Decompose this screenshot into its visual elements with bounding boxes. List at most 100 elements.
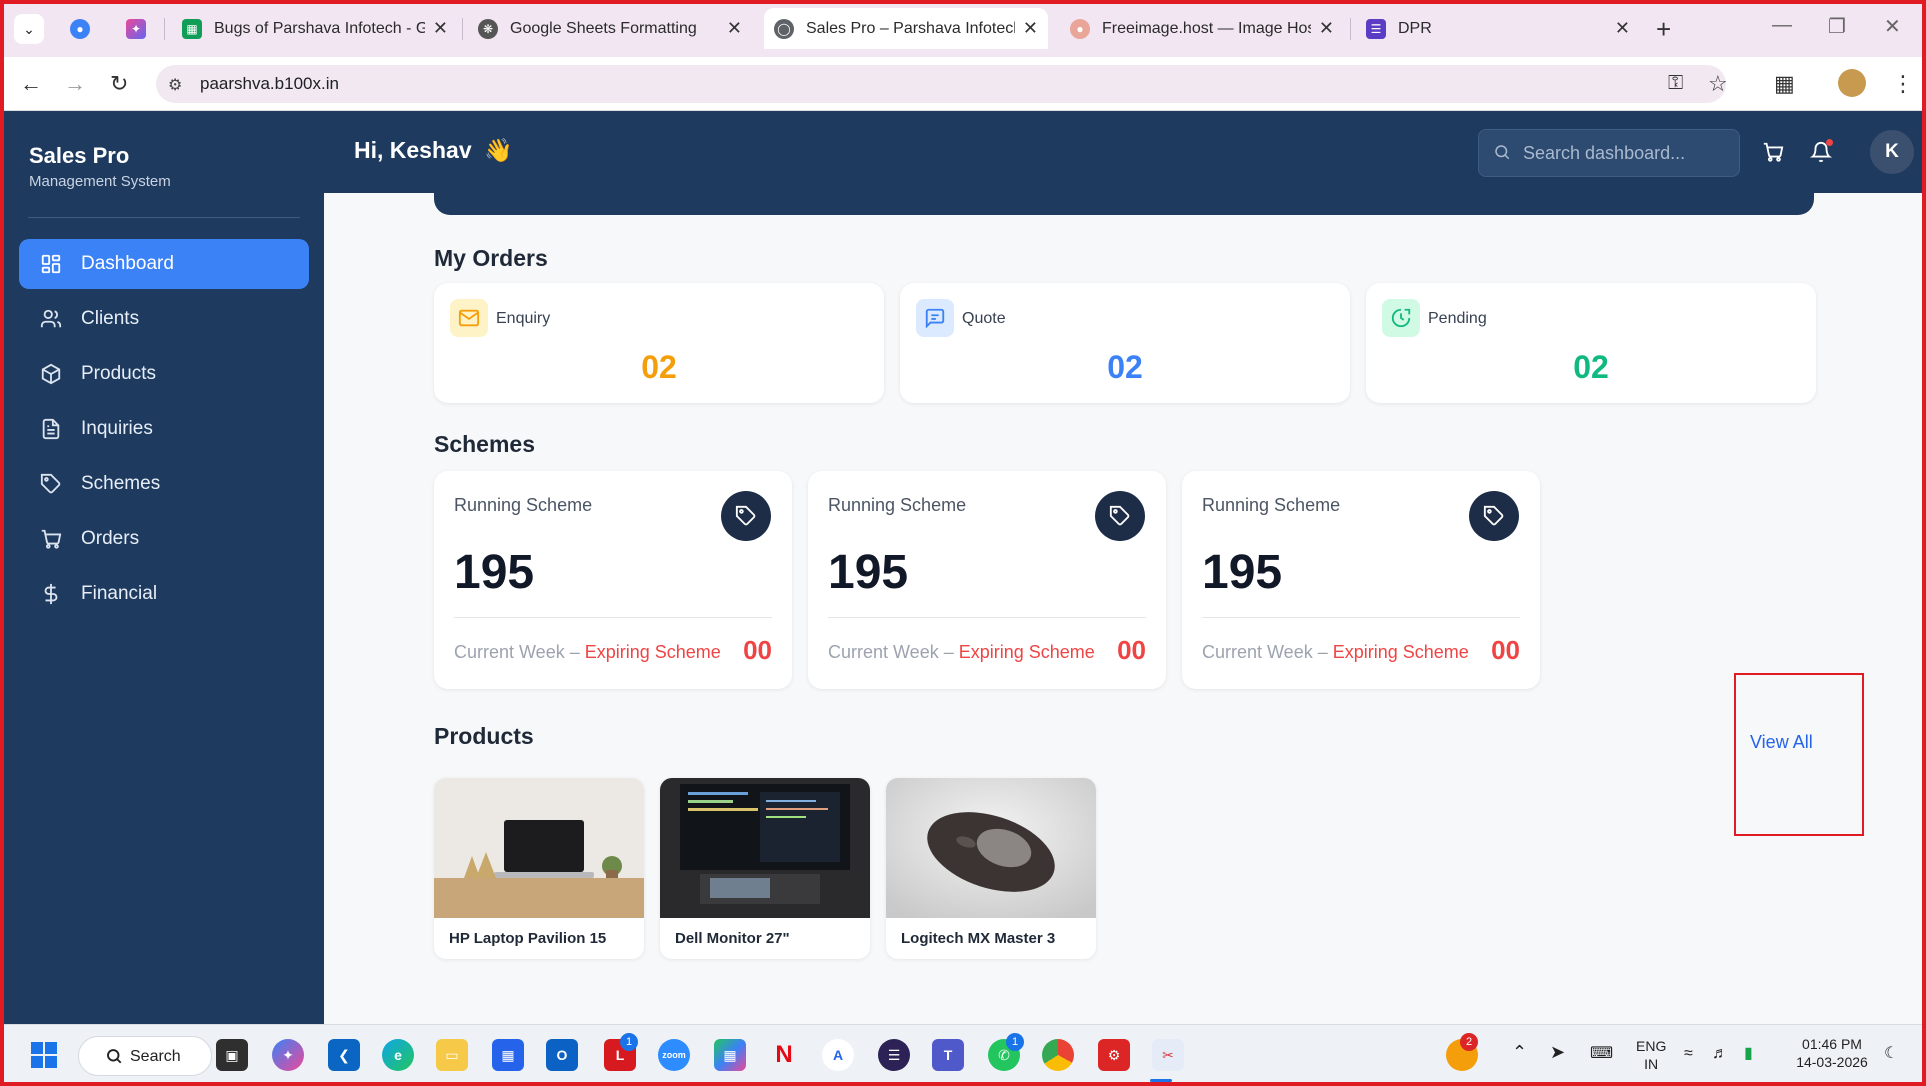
main-content: My Orders Enquiry 02 Quote 02 Pending 02… xyxy=(324,193,1922,1024)
tag-icon xyxy=(1095,491,1145,541)
sidebar-item-clients[interactable]: Clients xyxy=(19,294,309,344)
scheme-card[interactable]: Running Scheme 195 Current Week – Expiri… xyxy=(1182,471,1540,689)
globe-icon: ◯ xyxy=(774,18,794,39)
product-card[interactable]: Dell Monitor 27" xyxy=(660,778,870,959)
brand-subtitle: Management System xyxy=(29,173,171,190)
new-tab-icon[interactable]: + xyxy=(1656,14,1671,45)
browser-menu-icon[interactable]: ⋮ xyxy=(1892,71,1914,97)
wave-icon: 👋 xyxy=(484,137,513,163)
extensions-icon[interactable]: ▦ xyxy=(1774,71,1795,97)
eclipse-icon[interactable]: ☰ xyxy=(878,1039,910,1071)
product-card[interactable]: HP Laptop Pavilion 15 xyxy=(434,778,644,959)
reload-icon[interactable]: ↻ xyxy=(110,71,128,97)
sidebar-item-financial[interactable]: Financial xyxy=(19,569,309,619)
url-text[interactable]: paarshva.b100x.in xyxy=(200,74,339,94)
teams-icon[interactable]: T xyxy=(932,1039,964,1071)
tag-icon xyxy=(721,491,771,541)
language-indicator[interactable]: ENG IN xyxy=(1636,1037,1666,1073)
dashboard-search[interactable]: Search dashboard... xyxy=(1478,129,1740,177)
scheme-footer: Current Week – Expiring Scheme xyxy=(828,642,1095,663)
sidebar-item-schemes[interactable]: Schemes xyxy=(19,459,309,509)
close-tab-icon[interactable]: ✕ xyxy=(1023,18,1038,39)
profile-avatar[interactable] xyxy=(1838,69,1866,97)
brand-name: Sales Pro xyxy=(29,143,130,168)
user-avatar[interactable]: K xyxy=(1870,130,1914,174)
netflix-icon[interactable]: N xyxy=(768,1039,800,1071)
back-icon[interactable]: ← xyxy=(20,71,42,97)
scheme-label: Running Scheme xyxy=(454,495,593,515)
products-title: Products xyxy=(434,723,534,749)
scheme-value: 195 xyxy=(828,546,909,599)
chrome-icon[interactable] xyxy=(1042,1039,1074,1071)
chevron-up-icon[interactable]: ⌃ xyxy=(1512,1043,1527,1061)
region-code: IN xyxy=(1644,1056,1659,1072)
expiring-label: Expiring Scheme xyxy=(584,642,721,662)
copilot-icon[interactable]: ✦ xyxy=(272,1039,304,1071)
battery-icon[interactable]: ▮ xyxy=(1744,1045,1753,1063)
order-card-enquiry[interactable]: Enquiry 02 xyxy=(434,283,884,403)
tab-title: Freeimage.host — Image Hosting xyxy=(1102,19,1311,37)
tab-freeimage[interactable]: ● Freeimage.host — Image Hosting ✕ xyxy=(1060,8,1344,49)
password-key-icon[interactable]: ⚿ xyxy=(1668,72,1683,95)
tab-title: Google Sheets Formatting xyxy=(510,19,697,37)
location-icon[interactable]: ➤ xyxy=(1550,1043,1565,1061)
search-icon xyxy=(105,1047,123,1070)
order-card-pending[interactable]: Pending 02 xyxy=(1366,283,1816,403)
date: 14-03-2026 xyxy=(1796,1054,1868,1070)
forward-icon[interactable]: → xyxy=(64,71,86,97)
sidebar-divider xyxy=(28,217,300,218)
windows-start-icon[interactable] xyxy=(28,1039,60,1071)
tab-search-chevron-icon[interactable]: ⌄ xyxy=(14,14,44,44)
dollar-icon xyxy=(39,582,63,606)
sidebar-item-orders[interactable]: Orders xyxy=(19,514,309,564)
product-card[interactable]: Logitech MX Master 3 xyxy=(886,778,1096,959)
pinned-tab-2[interactable]: ✦ xyxy=(118,8,154,49)
browser-toolbar: ← → ↻ ⚙ paarshva.b100x.in ⚿ ☆ ▦ ⋮ xyxy=(0,57,1926,111)
time: 01:46 PM xyxy=(1802,1036,1862,1052)
tab-dpr[interactable]: ☰ DPR ✕ xyxy=(1356,8,1640,49)
toolbox-icon[interactable]: ⚙ xyxy=(1098,1039,1130,1071)
tab-bugs-sheet[interactable]: ▦ Bugs of Parshava Infotech - Goo ✕ xyxy=(172,8,458,49)
task-view-icon[interactable]: ▣ xyxy=(216,1039,248,1071)
scheme-card[interactable]: Running Scheme 195 Current Week – Expiri… xyxy=(434,471,792,689)
restore-icon[interactable]: ❐ xyxy=(1828,14,1846,39)
edge-icon[interactable]: e xyxy=(382,1039,414,1071)
tab-sheets-formatting[interactable]: ❋ Google Sheets Formatting ✕ xyxy=(468,8,752,49)
order-card-quote[interactable]: Quote 02 xyxy=(900,283,1350,403)
outlook-icon[interactable]: O xyxy=(546,1039,578,1071)
zoom-icon[interactable]: zoom xyxy=(658,1039,690,1071)
scheme-footer-prefix: Current Week – xyxy=(454,642,585,662)
close-tab-icon[interactable]: ✕ xyxy=(1615,18,1630,39)
sidebar-item-inquiries[interactable]: Inquiries xyxy=(19,404,309,454)
notifications-icon[interactable]: ☾ xyxy=(1884,1045,1898,1063)
my-orders-title: My Orders xyxy=(434,245,548,271)
file-explorer-icon[interactable]: ▭ xyxy=(436,1039,468,1071)
close-tab-icon[interactable]: ✕ xyxy=(1319,18,1334,39)
snipping-tool-icon[interactable]: ✂ xyxy=(1152,1039,1184,1071)
site-info-icon[interactable]: ⚙ xyxy=(168,75,182,95)
close-tab-icon[interactable]: ✕ xyxy=(433,18,448,39)
close-tab-icon[interactable]: ✕ xyxy=(727,18,742,39)
close-window-icon[interactable]: ✕ xyxy=(1884,14,1901,39)
tab-sales-pro[interactable]: ◯ Sales Pro – Parshava Infotech ✕ xyxy=(764,8,1048,49)
clock[interactable]: 01:46 PM 14-03-2026 xyxy=(1786,1035,1878,1071)
minimize-icon[interactable]: — xyxy=(1772,14,1792,37)
volume-icon[interactable]: ♬ xyxy=(1712,1045,1728,1063)
microsoft-store-icon[interactable]: ▦ xyxy=(492,1039,524,1071)
bookmark-star-icon[interactable]: ☆ xyxy=(1708,71,1728,97)
sidebar-item-label: Financial xyxy=(81,583,158,604)
app-store-icon[interactable]: A xyxy=(822,1039,854,1071)
cart-icon[interactable] xyxy=(1762,141,1784,168)
pinned-tab-1[interactable]: ● xyxy=(62,8,98,49)
vscode-icon[interactable]: ❮ xyxy=(328,1039,360,1071)
wifi-icon[interactable]: ≈ xyxy=(1684,1045,1693,1063)
sidebar: Sales Pro Management System Dashboard Cl… xyxy=(4,111,324,1024)
taskbar-search[interactable]: Search xyxy=(78,1036,212,1076)
sidebar-item-products[interactable]: Products xyxy=(19,349,309,399)
scheme-card[interactable]: Running Scheme 195 Current Week – Expiri… xyxy=(808,471,1166,689)
m365-icon[interactable]: ▦ xyxy=(714,1039,746,1071)
keyboard-icon[interactable]: ⌨ xyxy=(1590,1045,1613,1063)
address-bar[interactable]: ⚙ paarshva.b100x.in ⚿ ☆ xyxy=(156,65,1728,103)
search-input[interactable]: Search dashboard... xyxy=(1523,143,1685,164)
sidebar-item-dashboard[interactable]: Dashboard xyxy=(19,239,309,289)
